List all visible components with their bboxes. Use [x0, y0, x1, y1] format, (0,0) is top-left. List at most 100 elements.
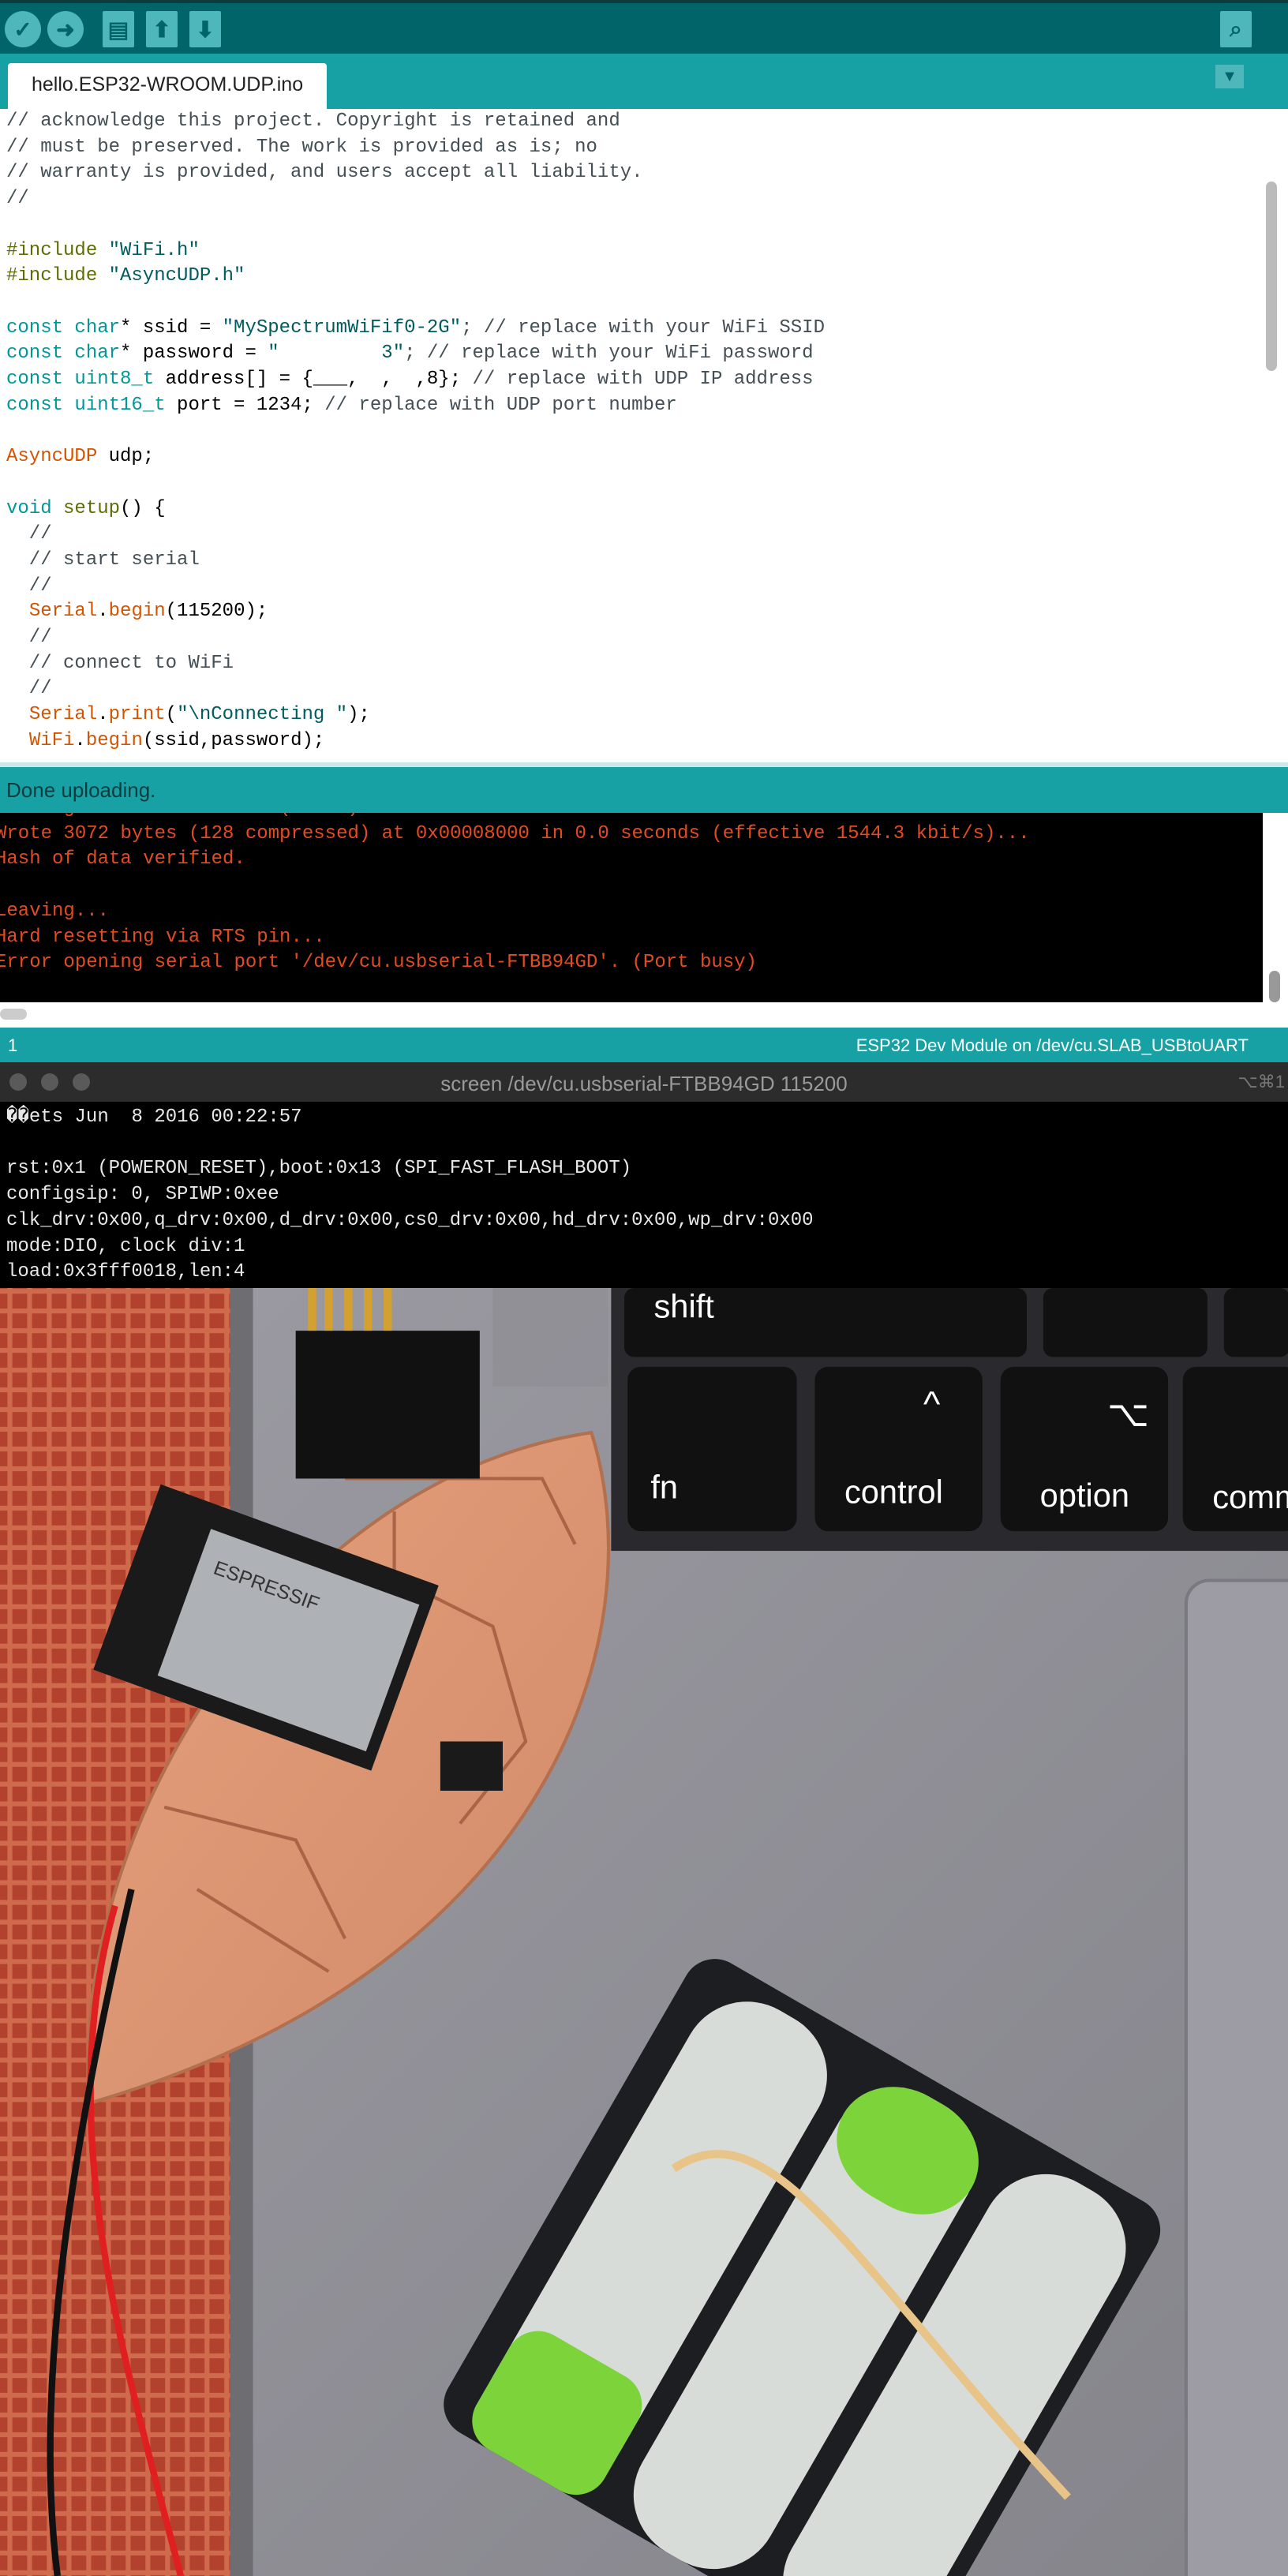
- code-line[interactable]: #include "WiFi.h": [6, 238, 825, 264]
- code-line[interactable]: Serial.begin(115200);: [6, 599, 825, 625]
- key-fn: [627, 1366, 797, 1532]
- chevron-down-icon: ▼: [1222, 68, 1237, 85]
- trackpad: [1184, 1578, 1288, 2576]
- terminal-output[interactable]: ��ets Jun 8 2016 00:22:57 rst:0x1 (POWER…: [0, 1102, 1288, 1288]
- code-token: #include: [6, 239, 98, 261]
- code-line[interactable]: //: [6, 186, 825, 212]
- code-line[interactable]: [6, 212, 825, 238]
- code-token: (: [165, 704, 178, 726]
- code-token: );: [347, 704, 370, 726]
- code-line[interactable]: const uint8_t address[] = {___, , ,8}; /…: [6, 367, 825, 393]
- window-shortcut: ⌥⌘1: [1237, 1072, 1285, 1091]
- code-editor[interactable]: // acknowledge this project. Copyright i…: [0, 109, 1288, 762]
- code-token: "\nConnecting ": [177, 704, 348, 726]
- code-token: address[] = {___, , ,8};: [154, 369, 473, 391]
- code-token: ; // replace with your WiFi password: [404, 343, 814, 365]
- console-scrollbar[interactable]: [1263, 813, 1288, 1002]
- code-token: Serial: [28, 704, 98, 726]
- power-switch: [440, 1741, 503, 1791]
- terminal-line: rst:0x1 (POWERON_RESET),boot:0x13 (SPI_F…: [6, 1158, 632, 1180]
- magnifier-icon: ⌕: [1230, 16, 1242, 41]
- code-token: " 3": [268, 343, 405, 365]
- code-line[interactable]: const char* ssid = "MySpectrumWiFif0-2G"…: [6, 316, 825, 342]
- code-line[interactable]: const uint16_t port = 1234; // replace w…: [6, 393, 825, 419]
- key-option-label: option: [1040, 1477, 1129, 1514]
- code-token: .: [97, 704, 109, 726]
- console-line: Leaving...: [0, 900, 110, 922]
- line-number: 1: [8, 1035, 18, 1055]
- new-button[interactable]: ▤: [103, 11, 134, 47]
- console-line: Writing at 0x00008000... (100 %): [0, 813, 1030, 822]
- code-token: const uint8_t: [6, 369, 155, 391]
- tab-sketch[interactable]: hello.ESP32-WROOM.UDP.ino: [8, 63, 327, 109]
- board-port-label: ESP32 Dev Module on /dev/cu.SLAB_USBtoUA…: [856, 1035, 1249, 1055]
- editor-scrollbar[interactable]: [1266, 182, 1277, 371]
- code-token: //: [6, 678, 52, 700]
- code-line[interactable]: //: [6, 574, 825, 600]
- console-line: Error opening serial port '/dev/cu.usbse…: [0, 952, 757, 974]
- console-output: Writing at 0x00008000... (100 %)Wrote 30…: [0, 813, 1263, 1002]
- code-token: // replace with UDP IP address: [472, 369, 814, 391]
- code-token: void: [6, 497, 52, 519]
- open-button[interactable]: ⬆: [146, 11, 178, 47]
- status-message: Done uploading.: [6, 778, 156, 802]
- horizontal-scrollbar[interactable]: [0, 1009, 27, 1020]
- code-token: .: [74, 729, 86, 751]
- code-line[interactable]: // acknowledge this project. Copyright i…: [6, 109, 825, 135]
- terminal-text: ��ets Jun 8 2016 00:22:57 rst:0x1 (POWER…: [6, 1105, 814, 1286]
- code-token: * password =: [120, 343, 268, 365]
- code-text[interactable]: // acknowledge this project. Copyright i…: [6, 109, 825, 754]
- arrow-right-icon: ➜: [56, 17, 75, 42]
- code-line[interactable]: [6, 418, 825, 444]
- tab-menu-button[interactable]: ▼: [1215, 65, 1244, 88]
- photo-hardware: shift fn ^ control ⌥ option comm ESPRESS…: [0, 1288, 1288, 2576]
- code-token: port = 1234;: [165, 394, 325, 416]
- serial-monitor-button[interactable]: ⌕: [1220, 11, 1252, 47]
- console-line: Hard resetting via RTS pin...: [0, 926, 325, 948]
- code-line[interactable]: //: [6, 625, 825, 651]
- code-line[interactable]: //: [6, 676, 825, 702]
- code-token: print: [108, 704, 166, 726]
- verify-button[interactable]: ✓: [5, 11, 41, 47]
- code-line[interactable]: // start serial: [6, 548, 825, 574]
- code-line[interactable]: [6, 470, 825, 496]
- bottom-bar: 1 ESP32 Dev Module on /dev/cu.SLAB_USBto…: [0, 1028, 1288, 1062]
- code-token: #include: [6, 265, 98, 287]
- toolbar: ✓ ➜ ▤ ⬆ ⬇ ⌕: [0, 0, 1288, 54]
- code-token: "MySpectrumWiFif0-2G": [222, 316, 462, 339]
- code-line[interactable]: AsyncUDP udp;: [6, 444, 825, 470]
- terminal-line: mode:DIO, clock div:1: [6, 1235, 245, 1257]
- code-token: //: [6, 575, 52, 597]
- terminal-line: configsip: 0, SPIWP:0xee: [6, 1184, 279, 1206]
- save-button[interactable]: ⬇: [189, 11, 221, 47]
- code-token: // warranty is provided, and users accep…: [6, 162, 643, 184]
- code-line[interactable]: #include "AsyncUDP.h": [6, 264, 825, 290]
- code-line[interactable]: WiFi.begin(ssid,password);: [6, 728, 825, 754]
- code-token: begin: [85, 729, 143, 751]
- checkmark-icon: ✓: [13, 17, 32, 42]
- code-token: AsyncUDP: [6, 446, 98, 468]
- terminal-line: ��ets Jun 8 2016 00:22:57: [6, 1106, 302, 1128]
- code-line[interactable]: Serial.print("\nConnecting ");: [6, 702, 825, 728]
- code-token: const char: [6, 343, 121, 365]
- terminal-title: screen /dev/cu.usbserial-FTBB94GD 115200: [440, 1072, 848, 1095]
- code-line[interactable]: [6, 290, 825, 316]
- code-token: setup: [63, 497, 121, 519]
- code-line[interactable]: //: [6, 522, 825, 548]
- code-token: const char: [6, 316, 121, 339]
- code-line[interactable]: // must be preserved. The work is provid…: [6, 135, 825, 161]
- code-line[interactable]: // connect to WiFi: [6, 651, 825, 677]
- code-token: udp;: [97, 446, 155, 468]
- code-token: //: [6, 188, 29, 210]
- key-shift-label: shift: [653, 1288, 714, 1324]
- upload-button[interactable]: ➜: [47, 11, 84, 47]
- code-line[interactable]: // warranty is provided, and users accep…: [6, 160, 825, 186]
- keyboard: shift fn ^ control ⌥ option comm: [624, 1288, 1288, 1532]
- code-token: // connect to WiFi: [6, 652, 234, 674]
- code-line[interactable]: const char* password = " 3"; // replace …: [6, 341, 825, 367]
- code-line[interactable]: void setup() {: [6, 496, 825, 522]
